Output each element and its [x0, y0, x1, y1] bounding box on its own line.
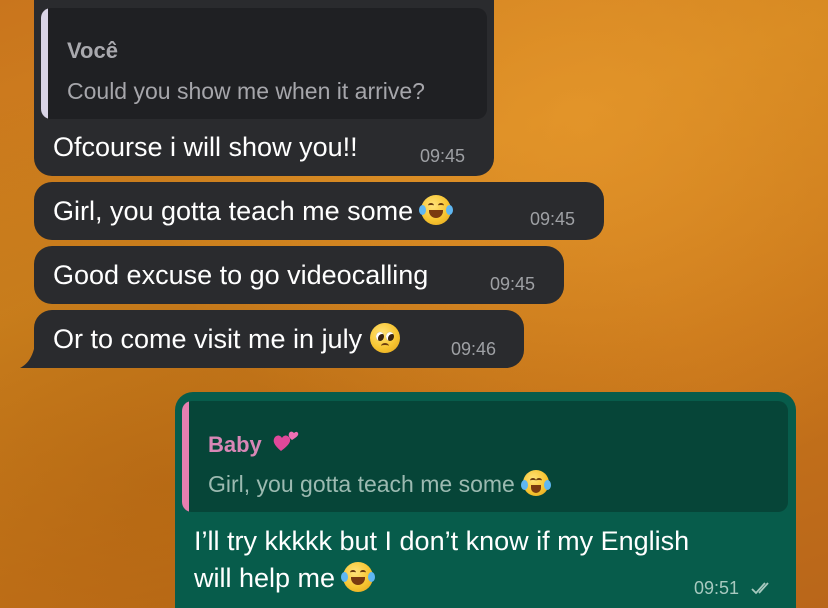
incoming-message-bubble[interactable]: Você Could you show me when it arrive? O…: [34, 0, 494, 176]
quote-author-name: Baby: [208, 432, 262, 457]
incoming-message-bubble[interactable]: Girl, you gotta teach me some 09:45: [34, 182, 604, 240]
message-text-line-2: will help me: [194, 562, 376, 594]
quote-text: Could you show me when it arrive?: [67, 78, 425, 104]
outgoing-message-bubble[interactable]: Baby Girl, you gotta teach me some I’ll …: [175, 392, 796, 608]
message-text-line-1: I’ll try kkkkk but I don’t know if my En…: [194, 526, 690, 556]
quote-text: Girl, you gotta teach me some: [208, 470, 551, 498]
quote-author: Você: [67, 38, 118, 63]
quote-text-content: Girl, you gotta teach me some: [208, 471, 515, 497]
quote-accent-bar: [182, 401, 189, 512]
read-double-check-icon: [751, 582, 769, 595]
reply-quote[interactable]: Baby Girl, you gotta teach me some: [182, 401, 788, 512]
message-time: 09:46: [451, 339, 497, 359]
message-time: 09:51: [694, 578, 740, 598]
quote-accent-bar: [41, 8, 48, 119]
message-text: Good excuse to go videocalling: [53, 260, 429, 290]
pleading-face-emoji-icon: [370, 323, 401, 353]
two-hearts-icon: [272, 429, 300, 453]
message-time: 09:45: [420, 146, 466, 166]
tears-of-joy-emoji-icon: [520, 470, 551, 496]
tears-of-joy-emoji-icon: [341, 562, 376, 592]
message-text-content: Girl, you gotta teach me some: [53, 196, 414, 226]
quote-author: Baby: [208, 429, 300, 458]
message-text: Or to come visit me in july: [53, 323, 401, 355]
message-text-content: will help me: [194, 563, 336, 593]
tears-of-joy-emoji-icon: [419, 195, 454, 225]
message-text: Ofcourse i will show you!!: [53, 132, 358, 162]
message-time: 09:45: [490, 274, 536, 294]
message-text: Girl, you gotta teach me some: [53, 195, 454, 227]
message-time: 09:45: [530, 209, 576, 229]
message-text-content: Or to come visit me in july: [53, 324, 363, 354]
incoming-message-bubble[interactable]: Or to come visit me in july 09:46: [34, 310, 524, 368]
incoming-message-bubble[interactable]: Good excuse to go videocalling 09:45: [34, 246, 564, 304]
reply-quote[interactable]: Você Could you show me when it arrive?: [41, 8, 487, 119]
